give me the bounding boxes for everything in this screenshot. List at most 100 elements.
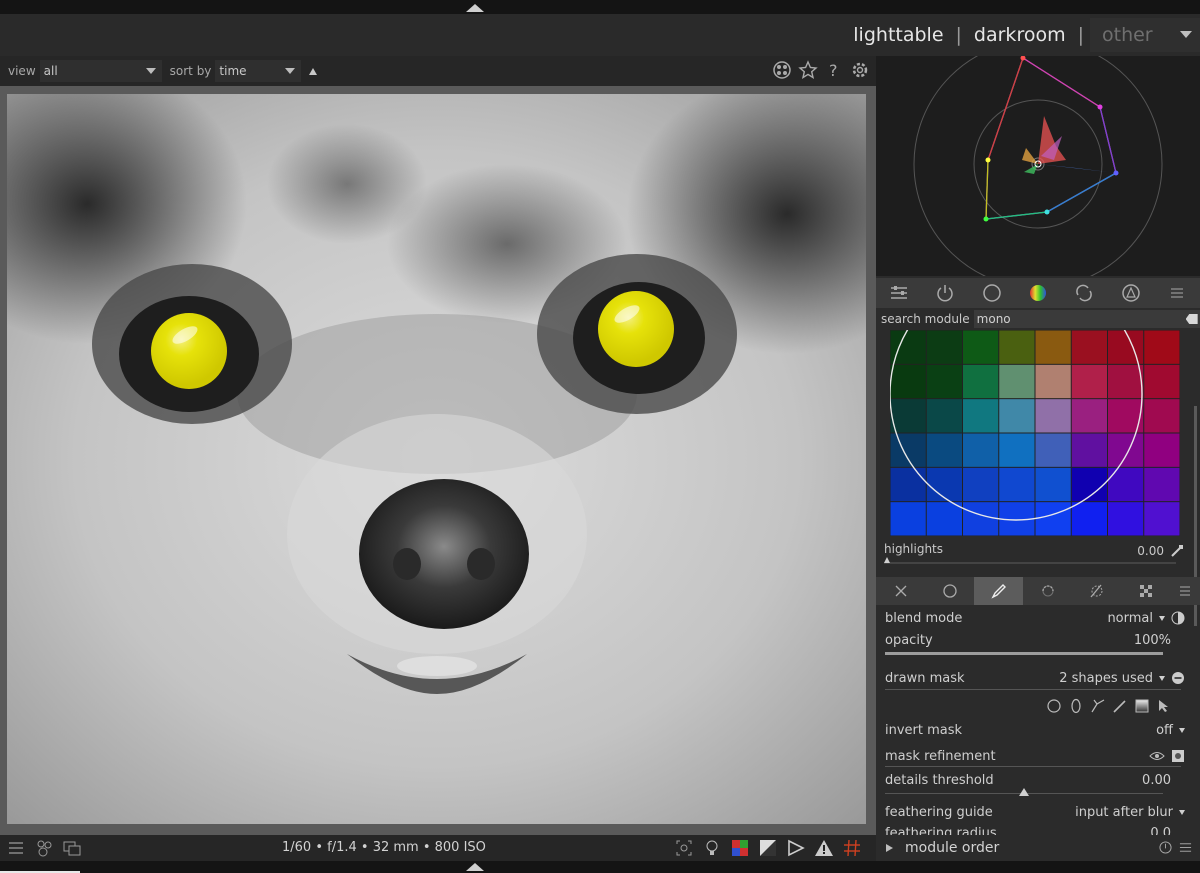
clipping-indicator-icon[interactable] [786,838,806,858]
power-icon[interactable] [934,282,956,304]
color-cell [1108,467,1144,502]
brush-shape-icon[interactable] [1112,698,1128,714]
color-cell [926,330,962,364]
drawn-mask-row[interactable]: drawn mask 2 shapes used [885,669,1185,687]
base-circle-icon[interactable] [981,282,1003,304]
grouping-icon[interactable] [772,60,792,80]
eye-icon[interactable] [1149,750,1165,762]
color-cell [963,399,999,433]
circle-shape-icon[interactable] [1046,698,1062,714]
color-cell [963,364,999,399]
view-filter-select[interactable]: all [39,60,162,82]
slider-knob[interactable] [1019,788,1029,796]
ellipse-shape-icon[interactable] [1068,698,1084,714]
color-cell [1144,364,1180,399]
other-views-dropdown[interactable]: other [1090,18,1200,52]
star-icon[interactable] [798,60,818,80]
quick-access-icon[interactable] [888,282,910,304]
blend-mode-row[interactable]: blend mode normal [885,609,1185,627]
drawn-mask-value: 2 shapes used [1059,670,1153,686]
module-order-row[interactable]: module order [876,835,1200,861]
blend-mode-value: normal [1107,610,1153,626]
color-cell [890,502,926,536]
invert-mask-row[interactable]: invert mask off [885,721,1185,739]
warning-icon[interactable] [814,838,834,858]
color-cell [1035,364,1071,399]
color-cell [1144,467,1180,502]
opacity-value: 100% [1133,632,1171,648]
edit-mask-icon[interactable] [1156,698,1172,714]
hamburger-menu-icon[interactable] [6,838,26,858]
color-modules-icon[interactable] [1027,282,1049,304]
display-mask-icon[interactable] [1171,749,1185,763]
correct-modules-icon[interactable] [1073,282,1095,304]
sort-by-select[interactable]: time [215,60,302,82]
styles-icon[interactable] [34,838,54,858]
color-cell [963,330,999,364]
blend-invert-icon[interactable] [1171,611,1185,625]
highlights-slider[interactable] [884,557,1176,564]
opacity-label: opacity [885,632,933,648]
softproof-icon[interactable] [730,838,750,858]
color-cell [926,364,962,399]
color-cell [1144,399,1180,433]
blend-off-icon[interactable] [876,577,925,605]
sort-order-icon[interactable] [309,67,318,75]
lightbulb-icon[interactable] [702,838,722,858]
details-threshold-row[interactable]: details threshold 0.00 [885,771,1185,789]
path-shape-icon[interactable] [1090,698,1106,714]
search-module-value: mono [976,312,1011,326]
parametric-mask-icon[interactable] [1023,577,1072,605]
drawn-mask-label: drawn mask [885,670,965,686]
drawn-parametric-mask-icon[interactable] [1072,577,1121,605]
main-photo[interactable] [7,94,866,824]
gamut-check-icon[interactable] [758,838,778,858]
color-picker-icon[interactable] [1170,544,1184,558]
color-cell [890,399,926,433]
module-search-row: search module mono [876,308,1200,330]
color-cell [963,467,999,502]
search-module-input[interactable]: mono [973,310,1200,328]
view-darkroom[interactable]: darkroom [968,24,1072,46]
chevron-down-icon [145,68,156,74]
highlights-row[interactable]: highlights 0.00 [884,542,1184,560]
color-zones-grid[interactable] [889,267,1180,536]
view-filter-value: all [43,64,58,78]
raster-mask-icon[interactable] [1121,577,1170,605]
color-cell [1035,433,1071,467]
uniform-blend-icon[interactable] [925,577,974,605]
focus-peaking-icon[interactable] [674,838,694,858]
feathering-guide-row[interactable]: feathering guide input after blur [885,803,1185,821]
remove-mask-icon[interactable] [1171,671,1185,685]
color-cell [1035,330,1071,364]
color-cell [1035,502,1071,536]
color-cell [1071,399,1107,433]
collapse-top-arrow-icon[interactable] [466,4,484,12]
clear-search-icon[interactable] [1185,314,1198,324]
guides-icon[interactable] [842,838,862,858]
color-cell [890,364,926,399]
slider-knob[interactable] [884,557,890,563]
color-cell [1071,433,1107,467]
module-order-label: module order [905,840,1000,856]
effect-modules-icon[interactable] [1120,282,1142,304]
vectorscope-graph [913,39,1163,289]
search-module-label: search module [881,312,970,326]
gradient-shape-icon[interactable] [1134,698,1150,714]
help-icon[interactable]: ? [824,60,844,80]
opacity-row[interactable]: opacity 100% [885,631,1185,649]
second-window-icon[interactable] [62,838,82,858]
hamburger-menu-icon[interactable] [1166,282,1188,304]
hamburger-menu-icon[interactable] [1179,841,1192,854]
color-cell [926,467,962,502]
chevron-down-icon [1159,675,1165,681]
drawn-mask-icon[interactable] [974,577,1023,605]
view-lighttable[interactable]: lighttable [847,24,949,46]
gear-icon[interactable] [850,60,870,80]
opacity-slider[interactable] [885,652,1163,655]
dog-photo-icon [7,94,866,824]
reset-icon[interactable] [1159,841,1172,854]
collapse-bottom-arrow-icon[interactable] [466,863,484,871]
right-panel: search module mono highlights 0.00 blend… [876,39,1200,836]
hamburger-menu-icon[interactable] [1170,577,1200,605]
